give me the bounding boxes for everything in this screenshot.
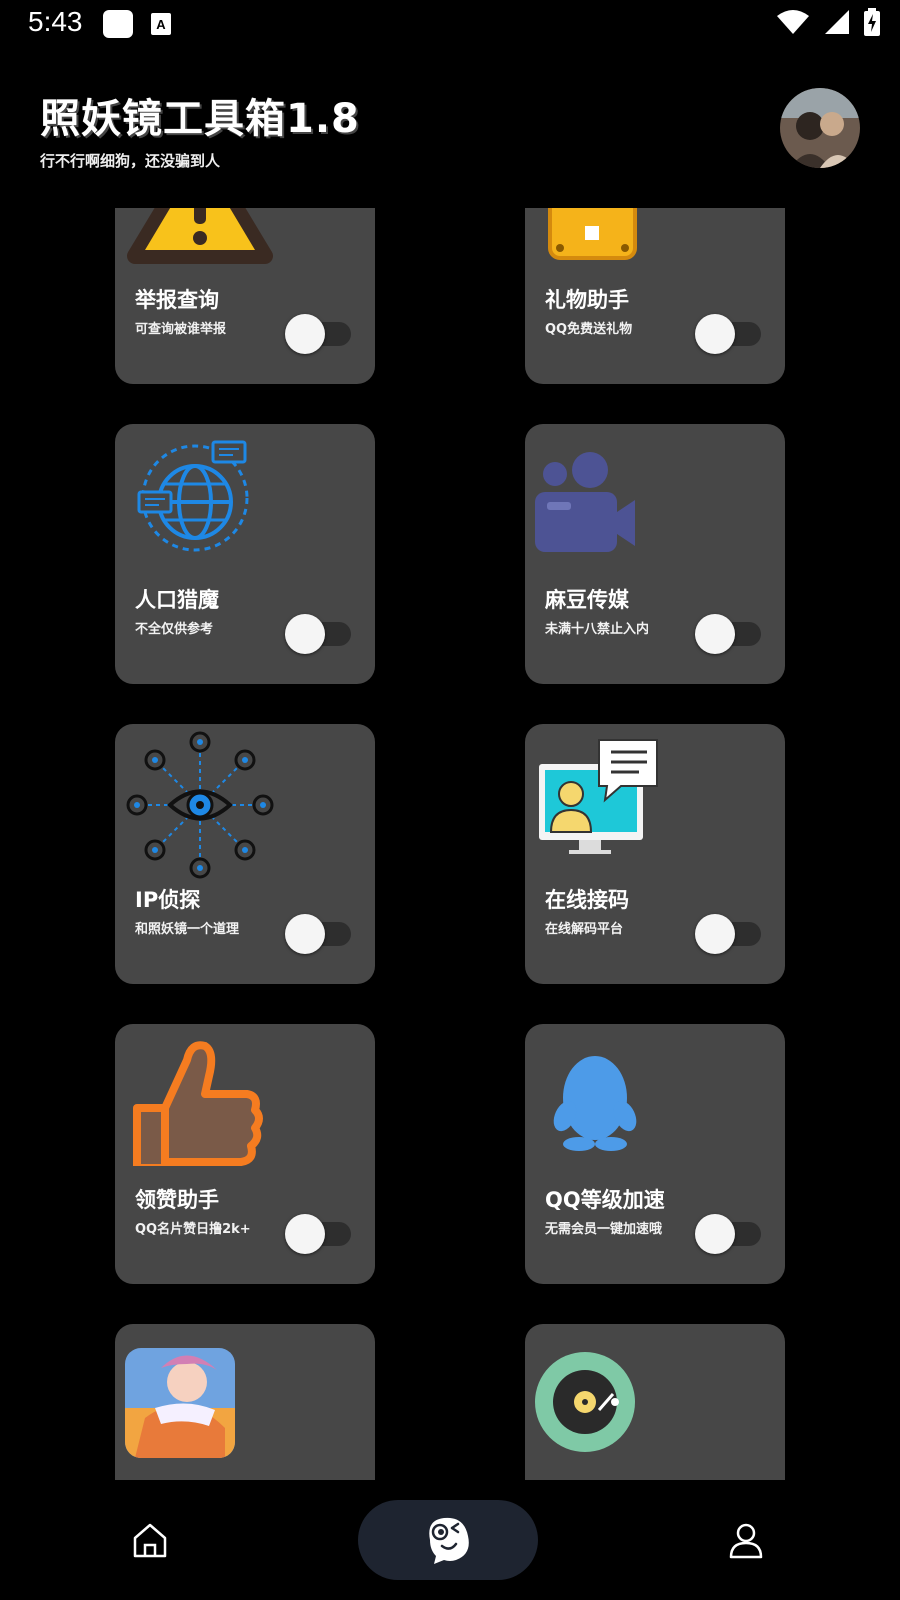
toggle-switch[interactable]: [285, 614, 351, 654]
music-disc-icon: [535, 1352, 635, 1452]
status-bar: 5:43 A: [0, 0, 900, 50]
keyboard-icon: A: [151, 13, 171, 35]
warning-icon: [127, 208, 273, 264]
card-title: 在线接码: [545, 888, 629, 912]
card-desc: QQ免费送礼物: [545, 322, 633, 337]
toggle-switch[interactable]: [285, 314, 351, 354]
card-gift-helper[interactable]: 礼物助手 QQ免费送礼物: [525, 208, 785, 384]
card-desc: 无需会员一键加速哦: [545, 1222, 663, 1237]
app-title: 照妖镜工具箱1.8: [40, 96, 360, 142]
card-desc: 和照妖镜一个道理: [135, 922, 240, 937]
card-like-helper[interactable]: 领赞助手 QQ名片赞日撸2k+: [115, 1024, 375, 1284]
card-report-query[interactable]: 举报查询 可查询被谁举报: [115, 208, 375, 384]
toggle-switch[interactable]: [285, 914, 351, 954]
card-qq-level-boost[interactable]: QQ等级加速 无需会员一键加速哦: [525, 1024, 785, 1284]
card-desc: 不全仅供参考: [135, 622, 214, 637]
card-title: 人口猎魔: [135, 588, 219, 612]
battery-charging-icon: [864, 8, 880, 36]
toggle-switch[interactable]: [695, 1214, 761, 1254]
card-desc: QQ名片赞日撸2k+: [135, 1222, 251, 1237]
card-ip-detective[interactable]: IP侦探 和照妖镜一个道理: [115, 724, 375, 984]
toggle-switch[interactable]: [285, 1214, 351, 1254]
wifi-icon: [777, 10, 809, 34]
bottom-nav: [0, 1480, 900, 1600]
card-game-character[interactable]: [115, 1324, 375, 1480]
video-camera-icon: [535, 452, 635, 552]
toggle-switch[interactable]: [695, 914, 761, 954]
card-online-sms[interactable]: 在线接码 在线解码平台: [525, 724, 785, 984]
gift-box-icon: [548, 208, 637, 260]
profile-icon[interactable]: [726, 1520, 766, 1560]
mascot-icon: [429, 1517, 469, 1564]
app-header: 照妖镜工具箱1.8 行不行啊细狗，还没骗到人: [0, 80, 900, 205]
card-music[interactable]: [525, 1324, 785, 1480]
avatar[interactable]: [780, 88, 860, 168]
qq-penguin-icon: [553, 1056, 637, 1151]
card-title: IP侦探: [135, 888, 201, 912]
status-time: 5:43: [28, 6, 83, 37]
thumbs-up-icon: [133, 1041, 263, 1166]
card-madou-media[interactable]: 麻豆传媒 未满十八禁止入内: [525, 424, 785, 684]
signal-icon: [825, 10, 849, 34]
card-desc: 未满十八禁止入内: [545, 622, 650, 637]
card-title: 礼物助手: [545, 288, 629, 312]
card-title: 领赞助手: [135, 1188, 219, 1212]
app-subtitle: 行不行啊细狗，还没骗到人: [40, 152, 221, 170]
home-icon[interactable]: [130, 1520, 170, 1560]
nav-center-button[interactable]: [358, 1500, 538, 1580]
tools-grid: 举报查询 可查询被谁举报 礼物助手 QQ免费送礼物 人口猎魔 不全仅供参考 麻豆…: [0, 208, 900, 1480]
card-title: 举报查询: [135, 288, 219, 312]
notification-icon: [103, 10, 133, 38]
card-desc: 可查询被谁举报: [135, 322, 227, 337]
globe-chat-icon: [137, 440, 249, 552]
game-character-icon: [125, 1348, 235, 1458]
toggle-switch[interactable]: [695, 314, 761, 354]
card-population-hunt[interactable]: 人口猎魔 不全仅供参考: [115, 424, 375, 684]
card-title: 麻豆传媒: [545, 588, 629, 612]
card-desc: 在线解码平台: [545, 922, 624, 937]
card-title: QQ等级加速: [545, 1188, 665, 1212]
eye-network-icon: [126, 731, 274, 879]
monitor-chat-icon: [539, 739, 658, 854]
svg-text:A: A: [156, 17, 166, 32]
toggle-switch[interactable]: [695, 614, 761, 654]
